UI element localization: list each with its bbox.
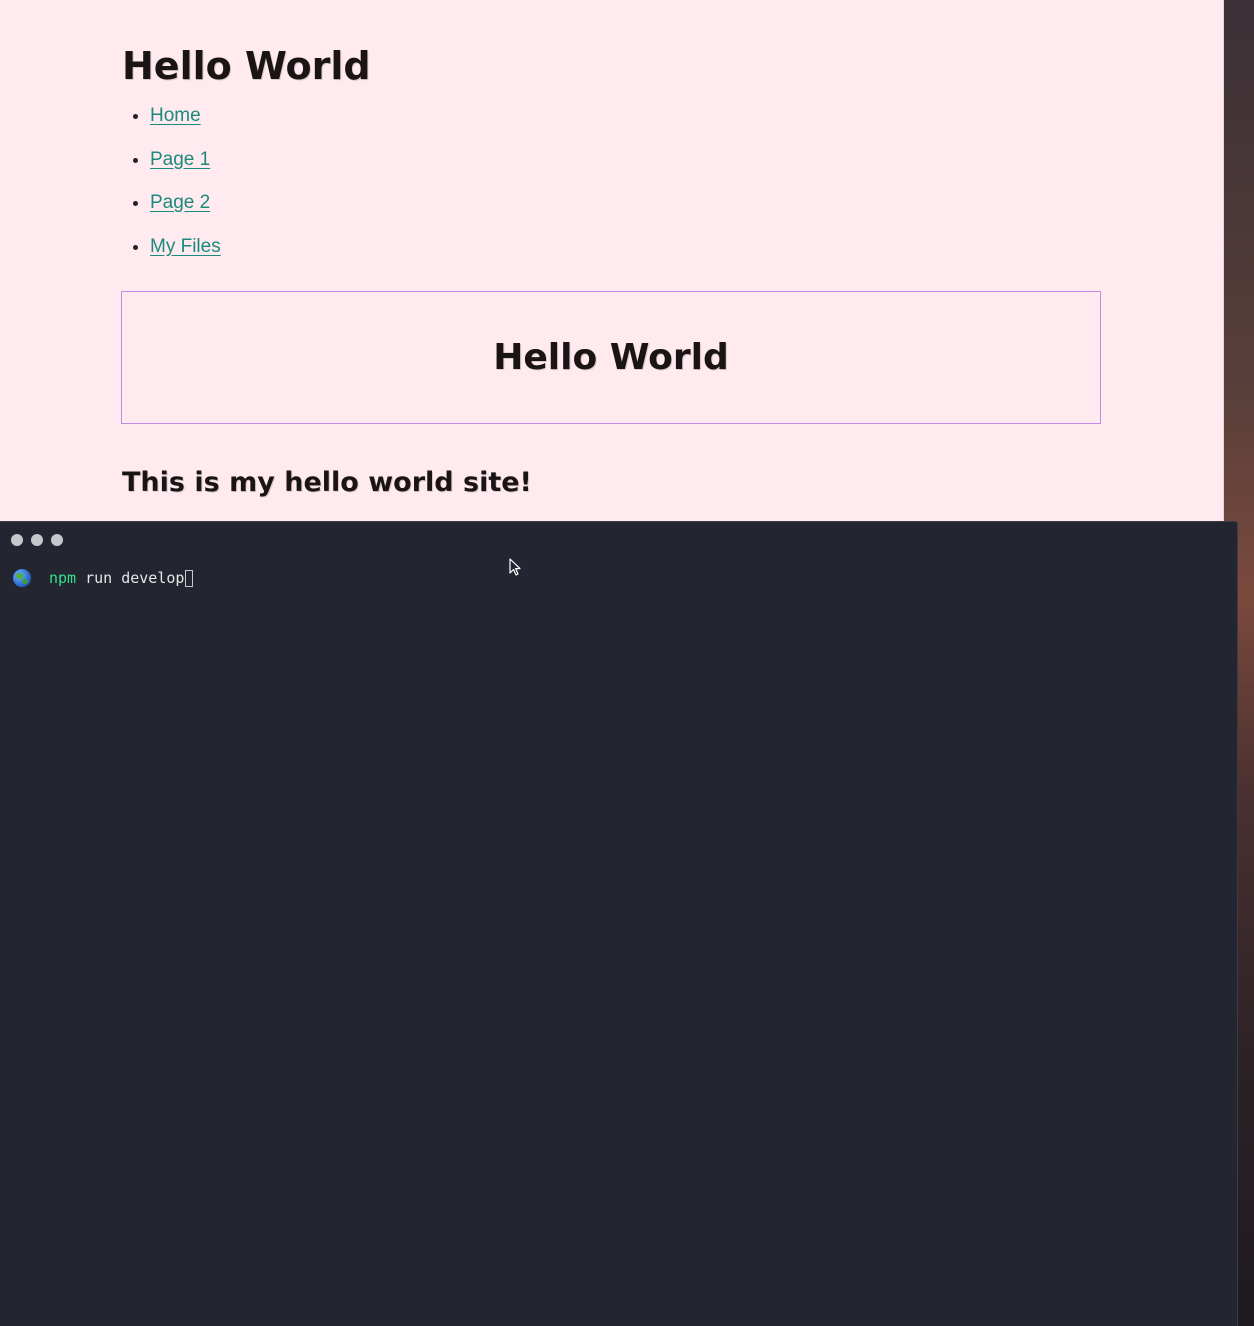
hero-title: Hello World (493, 337, 729, 378)
command-keyword: npm (49, 569, 77, 587)
minimize-window-button[interactable] (31, 534, 43, 546)
site-nav: Home Page 1 Page 2 My Files (130, 98, 221, 272)
hero-banner: Hello World (121, 291, 1101, 424)
nav-link-home[interactable]: Home (150, 105, 201, 126)
nav-item: My Files (150, 229, 221, 273)
nav-item: Home (150, 98, 221, 142)
nav-link-my-files[interactable]: My Files (150, 236, 221, 257)
globe-icon (13, 569, 31, 587)
terminal-window[interactable]: npm run develop (0, 521, 1238, 1326)
nav-link-page-2[interactable]: Page 2 (150, 192, 210, 213)
nav-item: Page 1 (150, 142, 221, 186)
window-controls (11, 534, 63, 546)
nav-link-page-1[interactable]: Page 1 (150, 149, 210, 170)
close-window-button[interactable] (11, 534, 23, 546)
terminal-prompt-line[interactable]: npm run develop (13, 567, 194, 589)
text-cursor (185, 569, 194, 587)
page-subheading: This is my hello world site! (122, 467, 532, 498)
nav-item: Page 2 (150, 185, 221, 229)
mouse-pointer-icon (509, 558, 521, 576)
site-title: Hello World (122, 44, 371, 88)
command-args: run develop (85, 569, 185, 587)
zoom-window-button[interactable] (51, 534, 63, 546)
